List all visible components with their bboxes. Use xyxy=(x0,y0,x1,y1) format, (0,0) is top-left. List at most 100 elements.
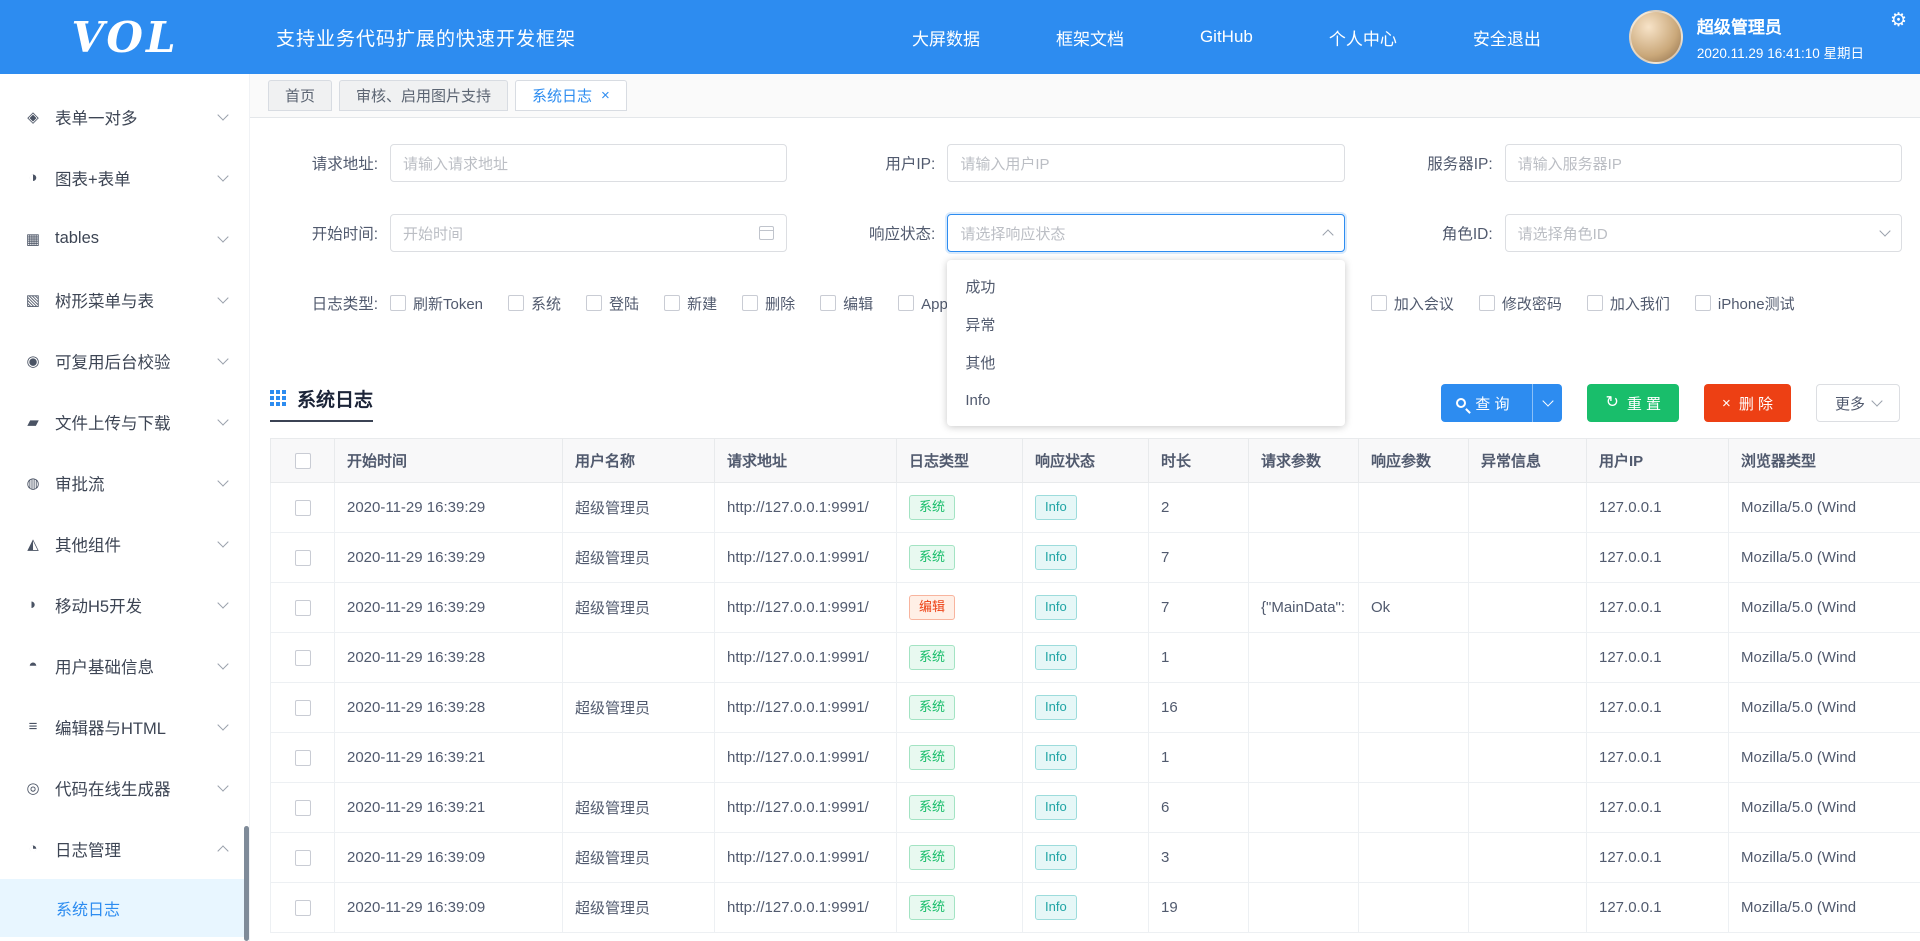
cell: 2020-11-29 16:39:09 xyxy=(335,883,563,933)
log-type-tag: 系统 xyxy=(909,495,955,519)
text-input[interactable]: 请输入请求地址 xyxy=(390,144,787,182)
sidebar-scrollbar[interactable] xyxy=(244,826,249,941)
gear-icon[interactable]: ⚙ xyxy=(1890,9,1907,32)
cell: http://127.0.0.1:9991/ xyxy=(715,733,897,783)
sidebar-item[interactable]: ◎代码在线生成器 xyxy=(0,757,249,818)
log-type-tag: 系统 xyxy=(909,745,955,769)
sidebar-item[interactable]: ◗移动H5开发 xyxy=(0,574,249,635)
log-type-checkbox[interactable]: 加入会议 xyxy=(1371,293,1454,314)
dropdown-option[interactable]: 其他 xyxy=(947,343,1344,381)
text-input[interactable]: 请输入用户IP xyxy=(947,144,1344,182)
cell: 3 xyxy=(1149,833,1249,883)
delete-button[interactable]: ×删 除 xyxy=(1704,384,1791,422)
dropdown-option[interactable]: 异常 xyxy=(947,305,1344,343)
filter-label: 请求地址: xyxy=(270,152,378,174)
tab[interactable]: 首页 xyxy=(268,80,332,111)
tab-bar: 首页审核、启用图片支持系统日志× xyxy=(250,74,1920,118)
nav-item[interactable]: 个人中心 xyxy=(1329,25,1397,50)
cell: 16 xyxy=(1149,683,1249,733)
cell xyxy=(1249,683,1359,733)
cell: 系统 xyxy=(897,533,1023,583)
row-checkbox[interactable] xyxy=(271,733,335,783)
avatar[interactable] xyxy=(1629,10,1683,64)
search-button-main[interactable]: 查 询 xyxy=(1441,384,1524,422)
cell: 127.0.0.1 xyxy=(1587,683,1729,733)
log-type-checkbox[interactable]: iPhone测试 xyxy=(1695,293,1795,314)
cell: 系统 xyxy=(897,883,1023,933)
sidebar-item[interactable]: ◉可复用后台校验 xyxy=(0,330,249,391)
checkbox-icon xyxy=(742,295,758,311)
sidebar-item[interactable]: ◈表单一对多 xyxy=(0,86,249,147)
column-header: 用户IP xyxy=(1587,439,1729,483)
sidebar: ◈表单一对多◑图表+表单▦tables▧树形菜单与表◉可复用后台校验▰文件上传与… xyxy=(0,74,250,941)
log-type-checkbox[interactable]: 新建 xyxy=(664,293,717,314)
sidebar-item[interactable]: ▧树形菜单与表 xyxy=(0,269,249,330)
row-checkbox[interactable] xyxy=(271,833,335,883)
sidebar-item-label: 日志管理 xyxy=(55,837,219,861)
log-type-checkbox[interactable]: 登陆 xyxy=(586,293,639,314)
dropdown-option[interactable]: Info xyxy=(947,381,1344,419)
log-type-checkbox[interactable]: 编辑 xyxy=(820,293,873,314)
log-type-checkbox[interactable]: 刷新Token xyxy=(390,293,483,314)
date-input[interactable]: 开始时间 xyxy=(390,214,787,252)
sidebar-item[interactable]: ▦tables xyxy=(0,208,249,269)
search-button[interactable]: 查 询 xyxy=(1441,384,1562,422)
cell: http://127.0.0.1:9991/ xyxy=(715,633,897,683)
checkbox-label: 系统 xyxy=(531,293,561,314)
cell: Mozilla/5.0 (Wind xyxy=(1729,533,1920,583)
sidebar-item-label: 其他组件 xyxy=(55,532,219,556)
sidebar-item[interactable]: ≡编辑器与HTML xyxy=(0,696,249,757)
tab[interactable]: 审核、启用图片支持 xyxy=(339,80,508,111)
sidebar-item[interactable]: ◓用户基础信息 xyxy=(0,635,249,696)
cell: Info xyxy=(1023,683,1149,733)
row-checkbox[interactable] xyxy=(271,483,335,533)
sidebar-item[interactable]: ◔日志管理 xyxy=(0,818,249,879)
log-type-checkbox[interactable]: 加入我们 xyxy=(1587,293,1670,314)
sidebar-item[interactable]: ▰文件上传与下载 xyxy=(0,391,249,452)
cell: 2020-11-29 16:39:28 xyxy=(335,683,563,733)
close-icon[interactable]: × xyxy=(601,87,610,104)
row-checkbox[interactable] xyxy=(271,633,335,683)
row-checkbox[interactable] xyxy=(271,783,335,833)
checkbox-icon xyxy=(295,850,311,866)
select-all-checkbox[interactable] xyxy=(271,439,335,483)
cell: http://127.0.0.1:9991/ xyxy=(715,683,897,733)
cell xyxy=(1359,533,1469,583)
select-input[interactable]: 请选择角色ID xyxy=(1505,214,1902,252)
status-tag: Info xyxy=(1035,645,1077,669)
log-type-tag: 系统 xyxy=(909,795,955,819)
column-header: 请求地址 xyxy=(715,439,897,483)
nav-item[interactable]: 大屏数据 xyxy=(912,25,980,50)
nav-item[interactable]: 安全退出 xyxy=(1473,25,1541,50)
sidebar-item[interactable]: ◑图表+表单 xyxy=(0,147,249,208)
nav-item[interactable]: 框架文档 xyxy=(1056,25,1124,50)
cell xyxy=(1469,783,1587,833)
row-checkbox[interactable] xyxy=(271,883,335,933)
log-type-checkbox[interactable]: 修改密码 xyxy=(1479,293,1562,314)
cell: Info xyxy=(1023,533,1149,583)
log-type-checkbox[interactable]: 删除 xyxy=(742,293,795,314)
row-checkbox[interactable] xyxy=(271,683,335,733)
nav-item[interactable]: GitHub xyxy=(1200,27,1253,47)
log-type-checkbox[interactable]: 系统 xyxy=(508,293,561,314)
cell: Info xyxy=(1023,733,1149,783)
search-dropdown-toggle[interactable] xyxy=(1532,384,1562,422)
more-button[interactable]: 更多 xyxy=(1816,384,1900,422)
app-header: VOL 支持业务代码扩展的快速开发框架 大屏数据框架文档GitHub个人中心安全… xyxy=(0,0,1920,74)
sidebar-item[interactable]: ◍审批流 xyxy=(0,452,249,513)
sidebar-item[interactable]: ◭其他组件 xyxy=(0,513,249,574)
dropdown-option[interactable]: 成功 xyxy=(947,267,1344,305)
cell: Ok xyxy=(1359,583,1469,633)
table-row: 2020-11-29 16:39:29超级管理员http://127.0.0.1… xyxy=(271,583,1920,633)
select-input[interactable]: 请选择响应状态 xyxy=(947,214,1344,252)
reset-button[interactable]: ↻重 置 xyxy=(1587,384,1679,422)
row-checkbox[interactable] xyxy=(271,583,335,633)
sidebar-item-label: 审批流 xyxy=(55,471,219,495)
sidebar-subitem-active[interactable]: 系统日志 xyxy=(0,879,249,937)
cell xyxy=(1359,683,1469,733)
cell: Mozilla/5.0 (Wind xyxy=(1729,733,1920,783)
header-datetime: 2020.11.29 16:41:10 星期日 xyxy=(1697,42,1864,62)
text-input[interactable]: 请输入服务器IP xyxy=(1505,144,1902,182)
tab[interactable]: 系统日志× xyxy=(515,80,627,111)
row-checkbox[interactable] xyxy=(271,533,335,583)
